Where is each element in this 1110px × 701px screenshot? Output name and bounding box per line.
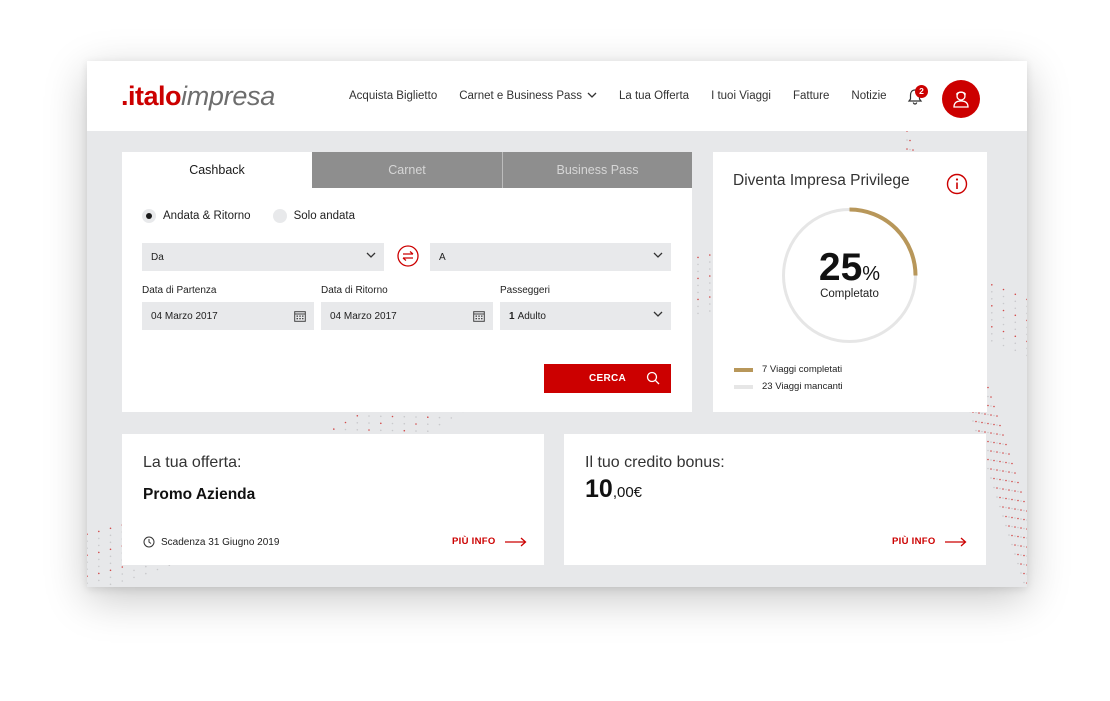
passengers-label: Passeggeri <box>500 285 551 296</box>
arrow-right-icon <box>944 537 967 546</box>
search-button[interactable]: CERCA <box>544 364 671 393</box>
offer-card: La tua offerta: Promo Azienda Scadenza 3… <box>122 434 544 565</box>
nav-label: Fatture <box>792 90 830 102</box>
legend-swatch-completed <box>734 367 753 372</box>
radio-solo-andata[interactable]: Solo andata <box>272 209 355 223</box>
logo-italo-text: .italo <box>121 81 182 111</box>
departure-date-field[interactable]: 04 Marzo 2017 <box>142 302 314 330</box>
legend-missing-label: 23 Viaggi mancanti <box>762 381 843 392</box>
from-station-select[interactable]: Da <box>142 243 384 271</box>
nav-label: Notizie <box>851 90 887 102</box>
offer-more-info-link[interactable]: PIÙ INFO <box>452 536 527 547</box>
progress-percent-sign: % <box>862 263 881 285</box>
from-station-value: Da <box>151 251 164 263</box>
offer-title: La tua offerta: <box>143 454 242 471</box>
arrow-right-icon <box>504 537 527 546</box>
nav-fatture[interactable]: Fatture <box>793 90 829 102</box>
clock-icon <box>143 536 155 548</box>
trip-type-radios: Andata & Ritorno Solo andata <box>142 209 377 223</box>
offer-expiry-text: Scadenza 31 Giugno 2019 <box>161 536 280 548</box>
return-date-field[interactable]: 04 Marzo 2017 <box>321 302 493 330</box>
to-station-select[interactable]: A <box>430 243 671 271</box>
legend-missing: 23 Viaggi mancanti <box>734 381 843 392</box>
offer-expiry: Scadenza 31 Giugno 2019 <box>143 536 279 548</box>
tab-cashback[interactable]: Cashback <box>122 152 312 188</box>
swap-stations-icon[interactable] <box>397 245 419 267</box>
legend-completed: 7 Viaggi completati <box>734 364 842 375</box>
user-avatar-button[interactable] <box>942 80 980 118</box>
calendar-icon <box>473 310 485 325</box>
passengers-value: Adulto <box>517 310 546 322</box>
credit-card: Il tuo credito bonus: 10,00€ PIÙ INFO <box>564 434 986 565</box>
progress-subtitle: Completato <box>820 288 879 300</box>
radio-andata-ritorno[interactable]: Andata & Ritorno <box>142 209 251 223</box>
chevron-down-icon <box>366 251 376 262</box>
search-button-label: CERCA <box>588 373 627 384</box>
credit-more-info-link[interactable]: PIÙ INFO <box>892 536 967 547</box>
app-window: .italo impresa Acquista Biglietto Carnet… <box>87 61 1027 587</box>
user-icon <box>953 91 969 108</box>
notification-badge: 2 <box>915 85 928 98</box>
nav-i-tuoi-viaggi[interactable]: I tuoi Viaggi <box>711 90 771 102</box>
booking-tabs: Cashback Carnet Business Pass <box>122 152 692 188</box>
nav-label: Carnet e Business Pass <box>459 90 582 102</box>
departure-label: Data di Partenza <box>142 285 217 296</box>
more-info-label: PIÙ INFO <box>452 536 496 547</box>
booking-card: Cashback Carnet Business Pass Andata & R… <box>122 152 692 412</box>
chevron-down-icon <box>587 90 597 102</box>
offer-value: Promo Azienda <box>143 486 256 503</box>
top-header: .italo impresa Acquista Biglietto Carnet… <box>87 61 1027 131</box>
nav-label: Acquista Biglietto <box>349 90 438 102</box>
nav-label: La tua Offerta <box>618 90 690 102</box>
nav-label: I tuoi Viaggi <box>711 90 771 102</box>
credit-title: Il tuo credito bonus: <box>585 454 725 471</box>
legend-swatch-missing <box>734 384 753 389</box>
nav-acquista-biglietto[interactable]: Acquista Biglietto <box>349 90 437 102</box>
nav-la-tua-offerta[interactable]: La tua Offerta <box>619 90 689 102</box>
return-date-value: 04 Marzo 2017 <box>330 310 397 322</box>
credit-amount-int: 10 <box>585 475 613 503</box>
credit-amount: 10,00€ <box>585 475 642 504</box>
departure-date-value: 04 Marzo 2017 <box>151 310 218 322</box>
passengers-count: 1 <box>509 310 515 322</box>
info-icon[interactable] <box>946 173 968 200</box>
nav-carnet-business-pass[interactable]: Carnet e Business Pass <box>459 90 597 102</box>
logo-impresa-text: impresa <box>181 81 275 111</box>
radio-selected-dot <box>142 209 156 223</box>
return-label: Data di Ritorno <box>321 285 388 296</box>
italo-impresa-logo[interactable]: .italo impresa <box>121 81 275 111</box>
legend-completed-label: 7 Viaggi completati <box>762 364 843 375</box>
radio-label: Solo andata <box>293 210 355 222</box>
passengers-select[interactable]: 1 Adulto <box>500 302 671 330</box>
radio-empty-dot <box>272 209 287 223</box>
nav-notizie[interactable]: Notizie <box>851 90 886 102</box>
main-nav: Acquista Biglietto Carnet e Business Pas… <box>349 61 909 131</box>
progress-percent: 25% <box>781 246 918 290</box>
progress-percent-value: 25 <box>818 246 863 289</box>
calendar-icon <box>294 310 306 325</box>
radio-label: Andata & Ritorno <box>163 210 251 222</box>
credit-amount-dec: ,00€ <box>612 484 643 501</box>
chevron-down-icon <box>653 310 663 321</box>
chevron-down-icon <box>653 251 663 262</box>
privilege-title: Diventa Impresa Privilege <box>733 172 910 189</box>
tab-business-pass[interactable]: Business Pass <box>502 152 692 188</box>
to-station-value: A <box>439 251 446 263</box>
search-icon <box>646 371 660 388</box>
tab-carnet[interactable]: Carnet <box>312 152 502 188</box>
more-info-label: PIÙ INFO <box>892 536 936 547</box>
privilege-card: Diventa Impresa Privilege 25% Completato… <box>713 152 987 412</box>
